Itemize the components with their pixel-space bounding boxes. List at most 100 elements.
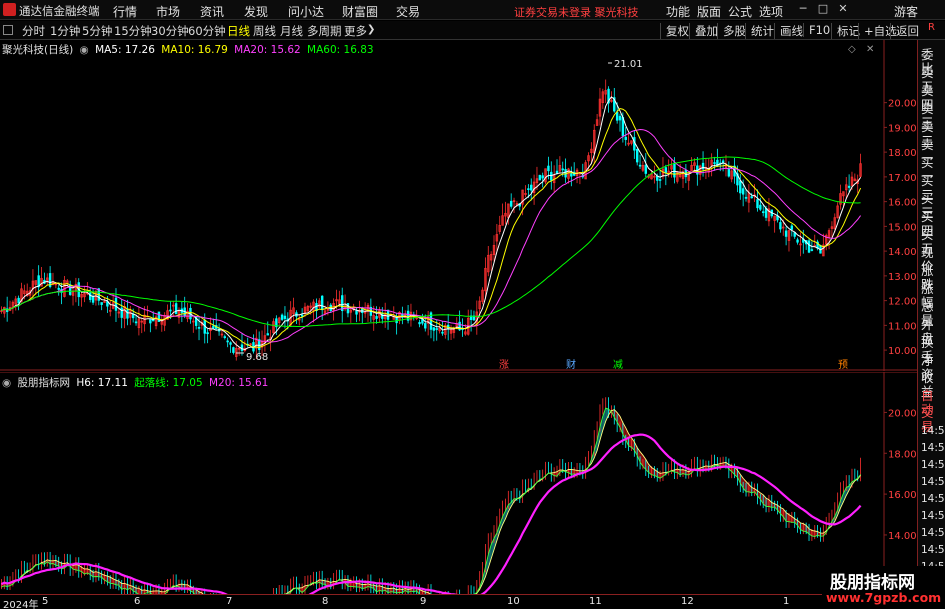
marker-jian[interactable]: 减 [613, 359, 623, 371]
main-chart-legend: 聚光科技(日线) ◉ MA5: 17.26 MA10: 16.79 MA20: … [2, 42, 377, 57]
tab-60min[interactable]: 60分钟 [188, 23, 226, 39]
rp-time: 14:56 [921, 442, 945, 454]
r-icon[interactable]: R [928, 21, 935, 35]
stock-title[interactable]: 聚光科技(日线) [2, 44, 73, 56]
tab-fenshi[interactable]: 分时 [22, 23, 45, 39]
candle-body [779, 222, 782, 230]
menu-hangqing[interactable]: 行情 [113, 3, 137, 20]
menu-shichang[interactable]: 市场 [156, 3, 180, 20]
marker-zhang[interactable]: 涨 [499, 359, 509, 371]
candle-body [206, 332, 209, 335]
y-tick-label: 16.00 [888, 198, 917, 209]
btn-back[interactable]: 返回 [890, 23, 919, 39]
login-notice[interactable]: 证券交易未登录 聚光科技 [514, 4, 639, 20]
candle-body [807, 240, 811, 253]
candle-body [240, 344, 244, 351]
date-axis: 2024年 5 6 7 8 9 10 11 12 1 [0, 594, 917, 609]
rp-time: 14:56 [921, 527, 945, 539]
menu-xuanxiang[interactable]: 选项 [759, 3, 783, 20]
rp-time: 14:56 [921, 476, 945, 488]
candle-body [541, 175, 544, 179]
btn-biaoji[interactable]: 标记 [831, 23, 860, 39]
candle-body [615, 111, 619, 121]
menu-jiaoyi[interactable]: 交易 [396, 3, 420, 20]
y-tick-label: 12.00 [888, 297, 917, 308]
candle-body [618, 115, 622, 121]
candle-body [673, 162, 676, 178]
candle-body [300, 314, 304, 317]
candle-body [644, 164, 647, 174]
marker-yu[interactable]: 预 [838, 359, 848, 371]
candle-body [547, 165, 550, 172]
toggle-panel-icon[interactable] [3, 25, 13, 35]
tab-1min[interactable]: 1分钟 [50, 23, 80, 39]
x-label-aug: 8 [322, 596, 329, 607]
candle-body [100, 302, 103, 305]
btn-huaxian[interactable]: 画线 [774, 23, 803, 39]
menu-zixun[interactable]: 资讯 [200, 3, 224, 20]
candle-body [91, 296, 95, 303]
candle-body [386, 309, 390, 320]
menu-caifuquan[interactable]: 财富圈 [342, 3, 378, 20]
sub-y-tick-label: 14.00 [888, 531, 917, 542]
candle-body [435, 328, 438, 330]
candle-body [744, 196, 748, 199]
menu-gongshi[interactable]: 公式 [728, 3, 752, 20]
tab-30min[interactable]: 30分钟 [151, 23, 189, 39]
menu-wenxiaoda[interactable]: 问小达 [288, 3, 324, 20]
svg-text:◇: ◇ [848, 44, 856, 55]
main-kline-chart[interactable]: 20.00 19.00 18.00 17.00 16.00 15.00 14.00 13.00… [0, 40, 917, 371]
y-tick-label: 19.00 [888, 123, 917, 134]
tab-15min[interactable]: 15分钟 [114, 23, 152, 39]
indicator-dropdown-icon[interactable]: ◉ [80, 44, 89, 56]
y-tick-label: 20.00 [888, 99, 917, 110]
sub-chart-legend: ◉ 股朋指标网 H6: 17.11 起落线: 17.05 M20: 15.61 [2, 375, 271, 390]
sub-indicator-dropdown-icon[interactable]: ◉ [2, 377, 11, 389]
candle-body [790, 225, 794, 230]
sub-indicator-title[interactable]: 股朋指标网 [18, 377, 71, 389]
candle-body [756, 199, 759, 209]
candle-body [527, 188, 530, 190]
chart-settings-icons[interactable]: ◇ ✕ [848, 44, 874, 55]
quote-side-panel: R 委比 卖五 卖四 卖三 卖二 卖一 买一 买二 买三 买四 买五 现价 涨跌… [917, 22, 945, 594]
maximize-icon[interactable]: □ [816, 2, 830, 16]
minimize-icon[interactable]: ─ [796, 2, 810, 16]
candle-body [721, 160, 725, 163]
candle-body [226, 340, 229, 343]
more-arrow-icon[interactable]: ❯ [367, 24, 375, 35]
menu-gongneng[interactable]: 功能 [666, 3, 690, 20]
candle-body [570, 173, 573, 177]
x-label-may: 5 [42, 596, 49, 607]
btn-duogu[interactable]: 多股 [717, 23, 746, 39]
tab-daily[interactable]: 日线 [227, 23, 250, 39]
tab-more[interactable]: 更多 [344, 23, 367, 39]
tab-monthly[interactable]: 月线 [280, 23, 303, 39]
low-price-label: 9.68 [246, 352, 268, 363]
guest-label[interactable]: 游客 [894, 3, 918, 20]
tab-weekly[interactable]: 周线 [253, 23, 276, 39]
candle-body [550, 171, 553, 181]
marker-cai[interactable]: 财 [566, 358, 576, 371]
close-icon[interactable]: ✕ [836, 2, 850, 16]
x-label-nov: 11 [589, 596, 602, 607]
candle-body [212, 325, 215, 329]
band-fill [811, 530, 815, 537]
btn-fuquan[interactable]: 复权 [660, 23, 689, 39]
candle-body [280, 314, 284, 320]
candle-body [764, 207, 768, 218]
svg-text:✕: ✕ [866, 44, 874, 55]
menu-faxian[interactable]: 发现 [244, 3, 268, 20]
candle-body [624, 136, 627, 140]
btn-f10[interactable]: F10 [803, 23, 830, 37]
menu-banmian[interactable]: 版面 [697, 3, 721, 20]
candle-body [89, 292, 92, 300]
sub-indicator-chart[interactable]: 20.0018.0016.0014.0012.00 [0, 372, 917, 594]
btn-diejia[interactable]: 叠加 [689, 23, 718, 39]
tab-5min[interactable]: 5分钟 [82, 23, 112, 39]
candle-body [638, 164, 642, 167]
candle-body [229, 342, 232, 345]
x-label-dec: 12 [681, 596, 694, 607]
btn-tongji[interactable]: 统计 [745, 23, 774, 39]
candle-body [713, 162, 716, 164]
tab-multi-period[interactable]: 多周期 [307, 23, 342, 39]
